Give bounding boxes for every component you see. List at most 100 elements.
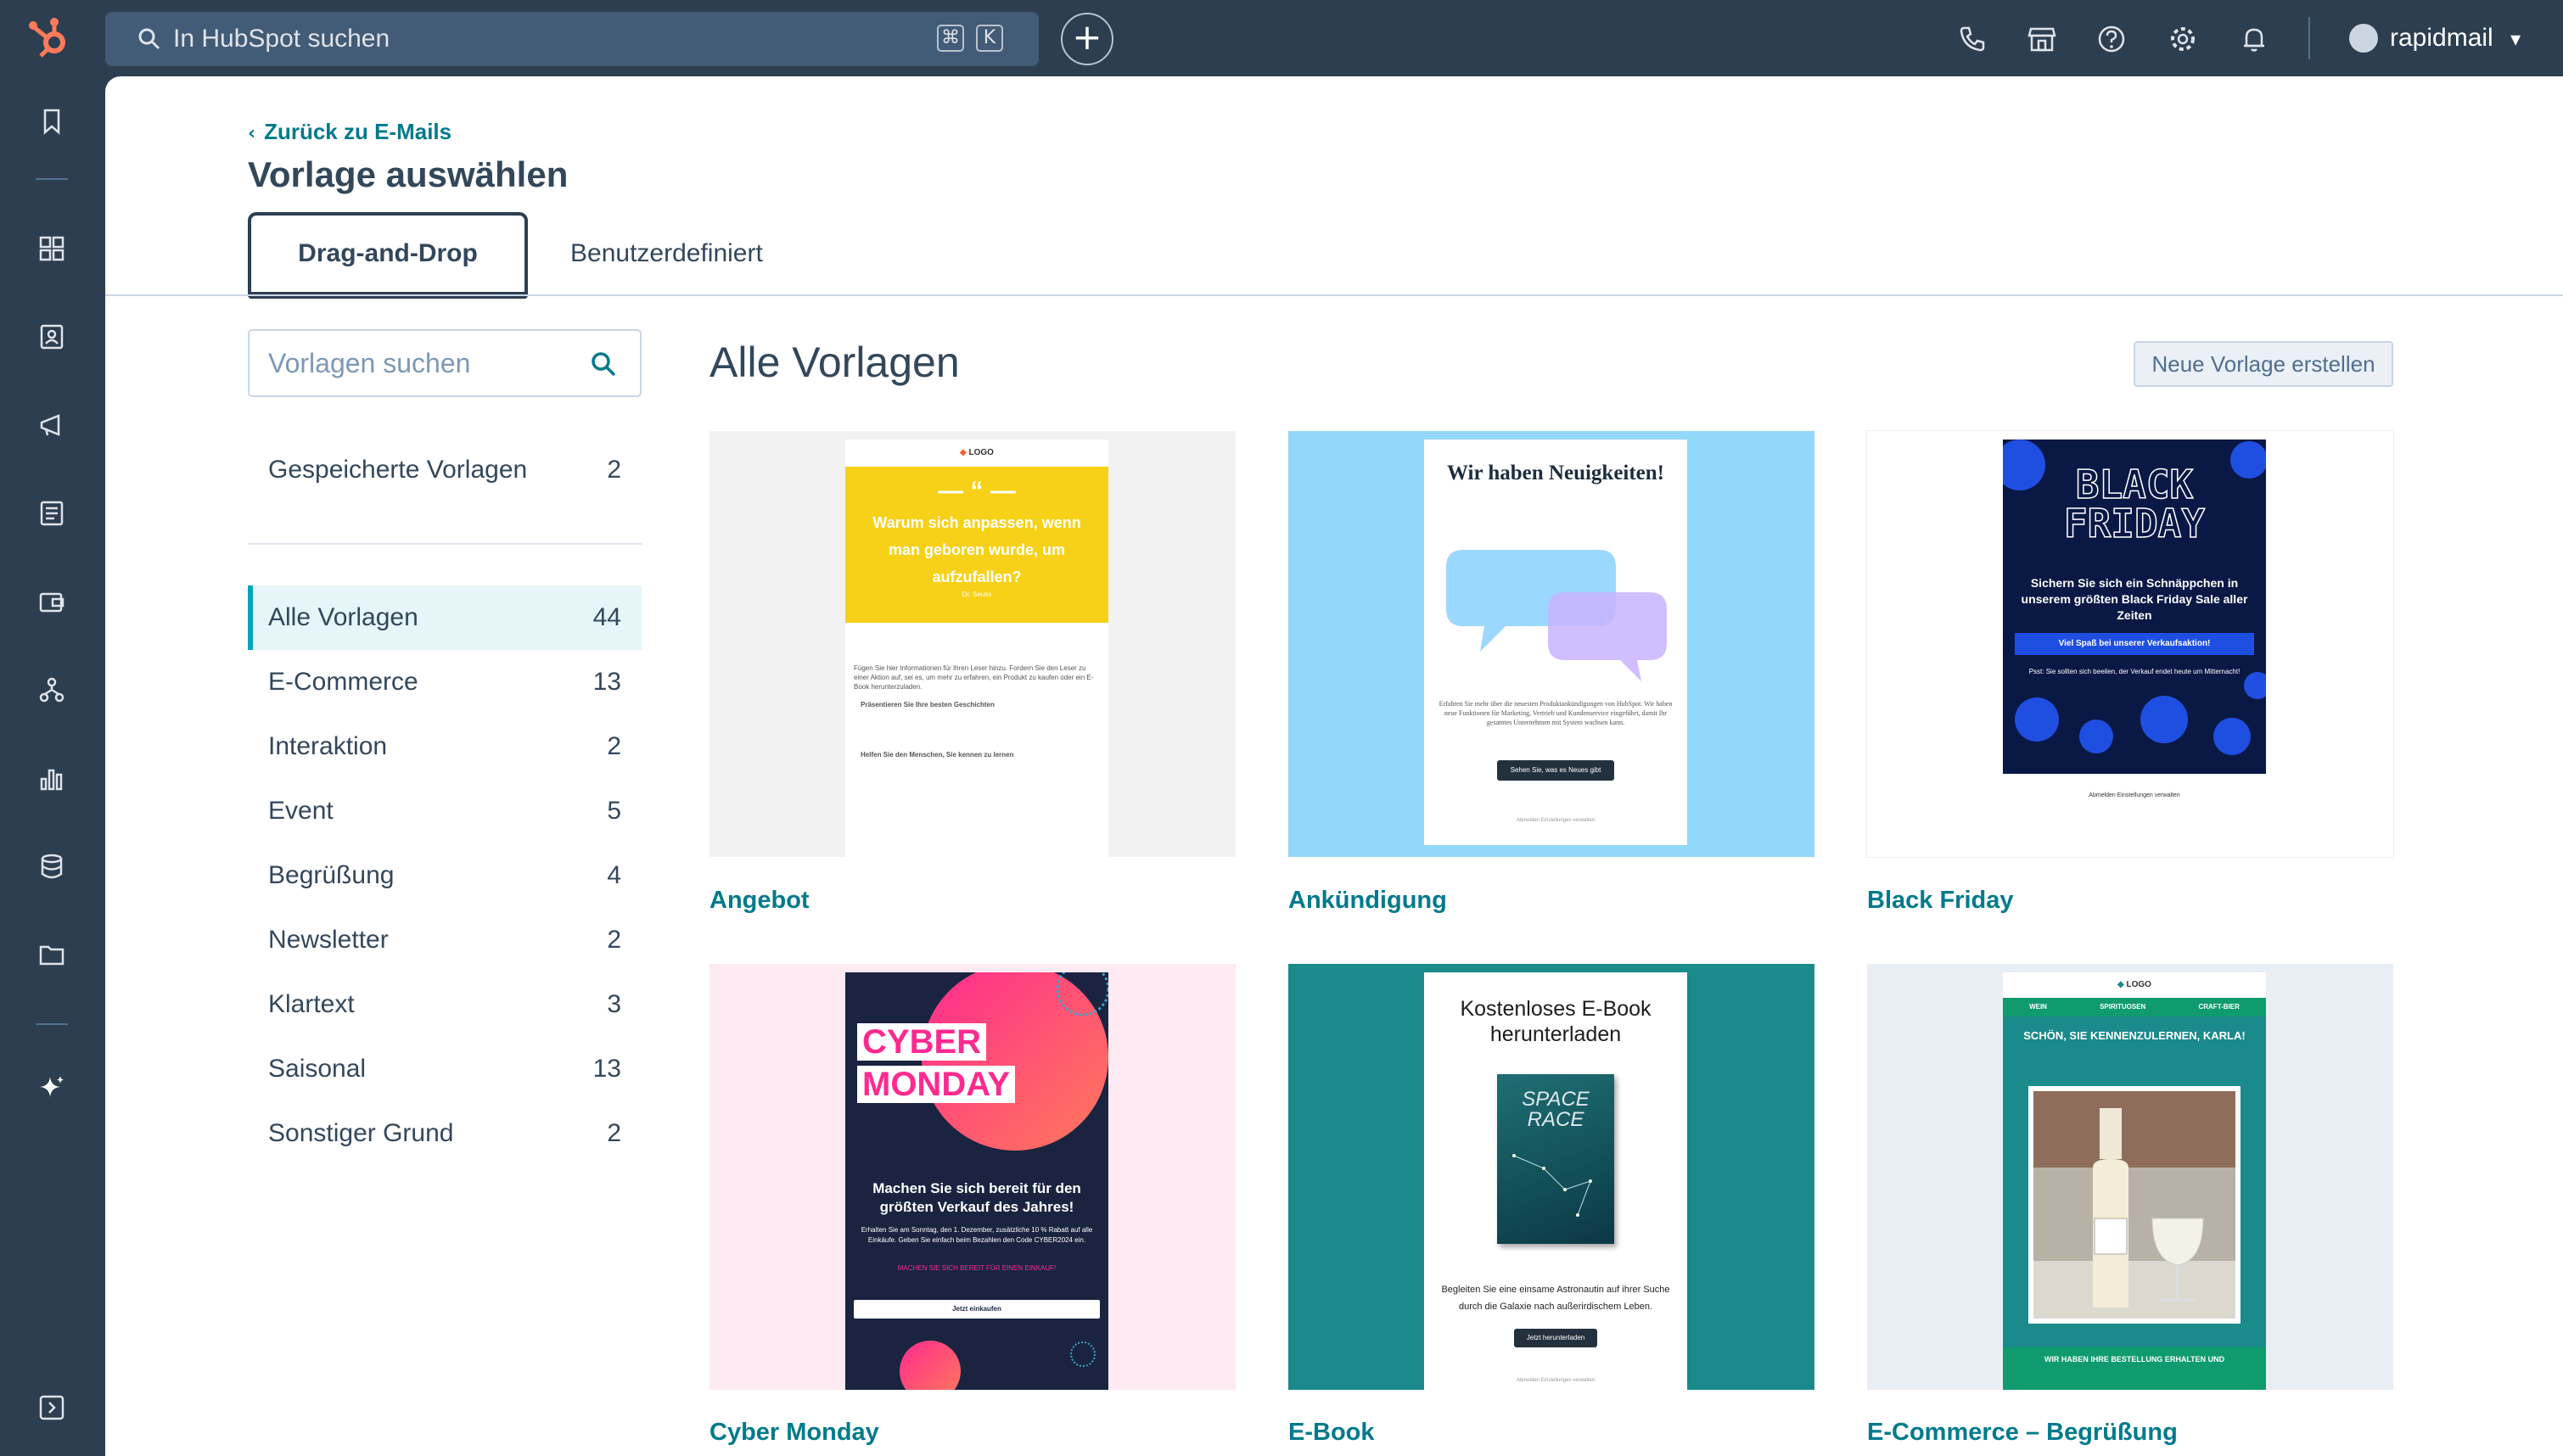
template-card-angebot[interactable]: ◆ LOGO — “ — Warum sich anpassen, wenn m…: [709, 431, 1236, 857]
reports-bar-chart-icon[interactable]: [37, 764, 66, 792]
content-document-icon[interactable]: [37, 499, 66, 528]
preview-highlight: MACHEN SIE SICH BEREIT FÜR EINEN EINKAUF…: [897, 1264, 1057, 1272]
category-ecommerce[interactable]: E-Commerce 13: [248, 650, 642, 714]
template-name[interactable]: Black Friday: [1867, 887, 2013, 915]
ai-sparkle-icon[interactable]: [37, 1072, 66, 1101]
filter-label: Gespeicherte Vorlagen: [268, 456, 528, 484]
preview-quote-block: — “ — Warum sich anpassen, wenn man gebo…: [845, 467, 1108, 623]
category-all-templates[interactable]: Alle Vorlagen 44: [248, 585, 642, 650]
category-count: 3: [607, 990, 621, 1018]
preview-quote: Warum sich anpassen, wenn man geboren wu…: [872, 514, 1081, 585]
chevron-left-icon: ‹: [248, 123, 256, 144]
preview-headline: SCHÖN, SIE KENNENZULERNEN, KARLA!: [2023, 1029, 2246, 1042]
category-newsletter[interactable]: Newsletter 2: [248, 908, 642, 972]
preview-book-cover: SPACE RACE: [1497, 1074, 1614, 1244]
template-name[interactable]: Cyber Monday: [709, 1419, 879, 1447]
template-name[interactable]: Angebot: [709, 887, 810, 915]
logo-mark-icon: ◆: [2117, 980, 2124, 989]
headline-line: FRIDAY: [2063, 501, 2206, 546]
category-plain-text[interactable]: Klartext 3: [248, 972, 642, 1037]
preview-footer: Abmelden Einstellungen verwalten: [2089, 792, 2180, 798]
tab-drag-and-drop[interactable]: Drag-and-Drop: [248, 212, 528, 299]
preview-button: Sehen Sie, was es Neues gibt: [1497, 760, 1614, 781]
wine-bottle-image-icon: [2033, 1091, 2235, 1319]
dashboard-grid-icon[interactable]: [37, 234, 66, 263]
saved-templates-filter[interactable]: Gespeicherte Vorlagen 2: [248, 438, 642, 502]
preview-note: Psst: Sie sollten sich beeilen, der Verk…: [2028, 668, 2241, 675]
search-icon[interactable]: [589, 350, 618, 378]
quote-mark-icon: — “ —: [938, 477, 1016, 505]
create-new-template-button[interactable]: Neue Vorlage erstellen: [2134, 341, 2393, 387]
preview-button: Jetzt einkaufen: [854, 1300, 1100, 1319]
settings-gear-icon[interactable]: [2168, 24, 2198, 54]
expand-sidebar-icon[interactable]: [37, 1393, 66, 1422]
logo-mark-icon: ◆: [960, 448, 967, 457]
category-seasonal[interactable]: Saisonal 13: [248, 1037, 642, 1101]
category-label: Newsletter: [268, 926, 389, 954]
template-name[interactable]: E-Book: [1288, 1419, 1375, 1447]
category-label: Sonstiger Grund: [268, 1119, 454, 1147]
category-count: 44: [592, 603, 621, 631]
nav-item: SPIRITUOSEN: [2100, 1003, 2146, 1011]
template-card-cyber-monday[interactable]: CYBER MONDAY Machen Sie sich bereit für …: [709, 964, 1236, 1390]
phone-icon[interactable]: [1957, 24, 1988, 54]
category-count: 2: [607, 1119, 621, 1147]
create-new-button[interactable]: +: [1061, 13, 1113, 65]
bookmark-icon[interactable]: [37, 107, 66, 136]
category-welcome[interactable]: Begrüßung 4: [248, 843, 642, 908]
library-folder-icon[interactable]: [37, 940, 66, 969]
commerce-wallet-icon[interactable]: [37, 587, 66, 616]
template-card-e-book[interactable]: Kostenloses E-Book herunterladen SPACE R…: [1288, 964, 1814, 1390]
marketplace-icon[interactable]: [2027, 24, 2057, 54]
category-label: Alle Vorlagen: [268, 603, 418, 631]
category-interaction[interactable]: Interaktion 2: [248, 714, 642, 779]
preview-small-text: Erhalten Sie am Sonntag, den 1. Dezember…: [861, 1226, 1093, 1244]
contacts-icon[interactable]: [37, 322, 66, 351]
notification-bell-icon[interactable]: [2239, 24, 2269, 54]
hubspot-logo-icon[interactable]: [27, 17, 73, 59]
preview-footer: Abmelden Einstellungen verwalten: [1516, 818, 1596, 823]
preview-logo-text: LOGO: [968, 448, 994, 457]
preview-footer-text: WIR HABEN IHRE BESTELLUNG ERHALTEN UND: [2003, 1347, 2266, 1390]
preview-footer: Abmelden Einstellungen verwalten: [1516, 1378, 1596, 1383]
template-search-input[interactable]: Vorlagen suchen: [248, 329, 642, 397]
global-search-input[interactable]: In HubSpot suchen ⌘ K: [105, 12, 1039, 66]
filter-count: 2: [607, 456, 621, 484]
help-icon[interactable]: [2096, 24, 2127, 54]
category-count: 13: [592, 1055, 621, 1083]
user-avatar[interactable]: [2349, 24, 2378, 53]
global-search-placeholder: In HubSpot suchen: [173, 25, 390, 53]
constellation-icon: [1512, 1154, 1592, 1217]
template-card-black-friday[interactable]: BLACK FRIDAY Sichern Sie sich ein Schnäp…: [1867, 431, 2393, 857]
headline-line: BLACK: [2075, 462, 2194, 507]
category-event[interactable]: Event 5: [248, 779, 642, 843]
marketing-megaphone-icon[interactable]: [37, 411, 66, 440]
account-menu[interactable]: rapidmail ▾: [2390, 19, 2521, 58]
preview-body: Erfahren Sie mehr über die neuesten Prod…: [1439, 700, 1673, 726]
headline-line: CYBER: [857, 1023, 987, 1061]
preview-nav: WEIN SPIRITUOSEN CRAFT-BIER: [2003, 998, 2266, 1016]
preview-headline: Wir haben Neuigkeiten!: [1446, 462, 1665, 484]
preview-product-image: [2028, 1086, 2241, 1324]
template-card-ankuendigung[interactable]: Wir haben Neuigkeiten! Erfahren Sie mehr…: [1288, 431, 1814, 857]
category-label: Interaktion: [268, 732, 388, 760]
preview-button: Viel Spaß bei unserer Verkaufsaktion!: [2015, 633, 2254, 655]
tab-custom[interactable]: Benutzerdefiniert: [570, 212, 763, 295]
preview-body: Sichern Sie sich ein Schnäppchen in unse…: [2021, 576, 2248, 622]
gallery-heading: Alle Vorlagen: [709, 339, 960, 386]
template-name[interactable]: E-Commerce – Begrüßung: [1867, 1419, 2178, 1447]
template-preview: Kostenloses E-Book herunterladen SPACE R…: [1424, 972, 1687, 1390]
data-database-icon[interactable]: [37, 852, 66, 881]
sidebar-divider: [36, 1023, 68, 1025]
back-to-emails-link[interactable]: ‹ Zurück zu E-Mails: [248, 119, 451, 145]
preview-bullet: Helfen Sie den Menschen, Sie kennen zu l…: [861, 751, 1014, 759]
category-label: E-Commerce: [268, 668, 418, 696]
main-content: ‹ Zurück zu E-Mails Vorlage auswählen Dra…: [105, 76, 2563, 1456]
template-name[interactable]: Ankündigung: [1288, 887, 1447, 915]
template-card-ecommerce-welcome[interactable]: ◆ LOGO WEIN SPIRITUOSEN CRAFT-BIER SCHÖN…: [1867, 964, 2393, 1390]
category-other[interactable]: Sonstiger Grund 2: [248, 1101, 642, 1166]
sidebar-divider: [36, 178, 68, 180]
automation-workflow-icon[interactable]: [37, 675, 66, 704]
template-preview: ◆ LOGO — “ — Warum sich anpassen, wenn m…: [845, 440, 1108, 857]
k-key-badge: K: [976, 25, 1003, 52]
